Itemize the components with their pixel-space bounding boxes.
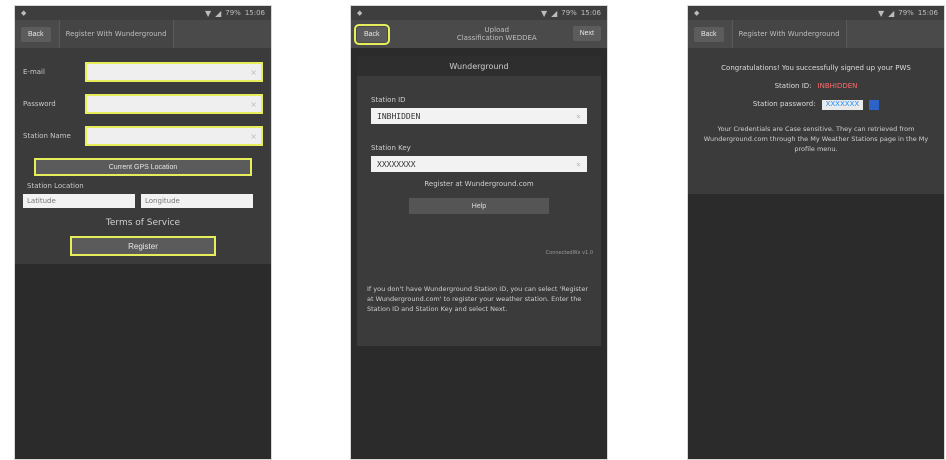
clear-icon[interactable]: × [250, 132, 257, 141]
phone-screen-success: ◆ ▼ ◢ 79% 15:06 Back Register With Wunde… [688, 6, 944, 459]
email-label: E-mail [23, 68, 45, 76]
station-key-input[interactable]: XXXXXXXX × [371, 156, 587, 172]
success-message: Congratulations! You successfully signed… [721, 64, 911, 72]
station-name-field[interactable]: × [85, 126, 263, 146]
clear-icon[interactable]: × [250, 68, 257, 77]
back-button[interactable]: Back [21, 26, 51, 42]
battery-percent: 79% [561, 9, 577, 17]
longitude-input[interactable] [141, 194, 253, 208]
back-button[interactable]: Back [354, 23, 390, 45]
station-name-label: Station Name [23, 132, 71, 140]
email-field[interactable]: × [85, 62, 263, 82]
station-key-value: XXXXXXXX [377, 159, 416, 169]
battery-percent: 79% [225, 9, 241, 17]
notification-icon: ◆ [21, 9, 27, 17]
help-button[interactable]: Help [409, 198, 549, 214]
password-row: Password × [23, 94, 263, 114]
station-id-value: INBHIDDEN [817, 82, 858, 90]
success-panel: Congratulations! You successfully signed… [688, 48, 944, 194]
station-password-label: Station password: [752, 100, 816, 108]
station-key-label: Station Key [371, 144, 411, 152]
page-title-line2: Classification WEDDEA [456, 34, 537, 42]
terms-of-service-link[interactable]: Terms of Service [23, 218, 263, 228]
wunderground-panel: Wunderground Station ID INBHIDDEN × Stat… [357, 56, 601, 346]
app-bar: Back Register With Wunderground [688, 20, 944, 48]
signal-icon: ◢ [551, 8, 558, 18]
page-title: Register With Wunderground [65, 30, 167, 38]
password-field[interactable]: × [85, 94, 263, 114]
credentials-note: Your Credentials are Case sensitive. The… [703, 125, 929, 153]
battery-percent: 79% [898, 9, 914, 17]
clear-icon[interactable]: × [576, 112, 581, 121]
register-wunderground-link[interactable]: Register at Wunderground.com [357, 180, 601, 188]
page-title-line1: Upload [484, 26, 510, 34]
station-id-value: INBHIDDEN [377, 111, 421, 121]
page-title-tab: Register With Wunderground [58, 20, 174, 48]
clear-icon[interactable]: × [576, 160, 581, 169]
phone-screen-wunderground-credentials: ◆ ▼ ◢ 79% 15:06 Back Upload Classificati… [351, 6, 607, 459]
page-title-tab: Register With Wunderground [731, 20, 847, 48]
notification-icon: ◆ [694, 9, 700, 17]
station-id-row: Station ID: INBHIDDEN [688, 82, 944, 90]
station-id-input[interactable]: INBHIDDEN × [371, 108, 587, 124]
help-text: If you don't have Wunderground Station I… [367, 285, 589, 313]
status-bar: ◆ ▼ ◢ 79% 15:06 [15, 6, 271, 20]
register-form: E-mail × Password × Station Name × Curre… [15, 48, 271, 264]
clear-icon[interactable]: × [250, 100, 257, 109]
station-name-row: Station Name × [23, 126, 263, 146]
page-title: Register With Wunderground [738, 30, 840, 38]
phone-screen-register: ◆ ▼ ◢ 79% 15:06 Back Register With Wunde… [15, 6, 271, 459]
time: 15:06 [917, 9, 938, 17]
lat-lon-row [23, 194, 263, 208]
station-password-row: Station password: XXXXXXX [688, 100, 944, 110]
time: 15:06 [244, 9, 265, 17]
register-button[interactable]: Register [70, 236, 216, 256]
latitude-input[interactable] [23, 194, 135, 208]
time: 15:06 [580, 9, 601, 17]
status-bar: ◆ ▼ ◢ 79% 15:06 [351, 6, 607, 20]
next-button[interactable]: Next [572, 26, 601, 41]
station-location-label: Station Location [27, 182, 84, 190]
back-button[interactable]: Back [694, 26, 724, 42]
station-id-label: Station ID: [774, 82, 812, 90]
notification-icon: ◆ [357, 9, 363, 17]
app-bar: Back Upload Classification WEDDEA Next [351, 20, 607, 48]
wifi-icon: ▼ [204, 8, 212, 18]
version-label: ConnectedWx v1.0 [545, 250, 593, 256]
page-title: Upload Classification WEDDEA [457, 26, 537, 42]
current-gps-location-button[interactable]: Current GPS Location [34, 158, 252, 176]
signal-icon: ◢ [888, 8, 895, 18]
station-password-value: XXXXXXX [821, 100, 864, 110]
copy-icon[interactable] [869, 100, 880, 110]
wifi-icon: ▼ [877, 8, 885, 18]
status-bar: ◆ ▼ ◢ 79% 15:06 [688, 6, 944, 20]
wunderground-header: Wunderground [357, 56, 601, 76]
email-row: E-mail × [23, 62, 263, 82]
station-id-label: Station ID [371, 96, 406, 104]
password-label: Password [23, 100, 56, 108]
app-bar: Back Register With Wunderground [15, 20, 271, 48]
wifi-icon: ▼ [540, 8, 548, 18]
signal-icon: ◢ [215, 8, 222, 18]
